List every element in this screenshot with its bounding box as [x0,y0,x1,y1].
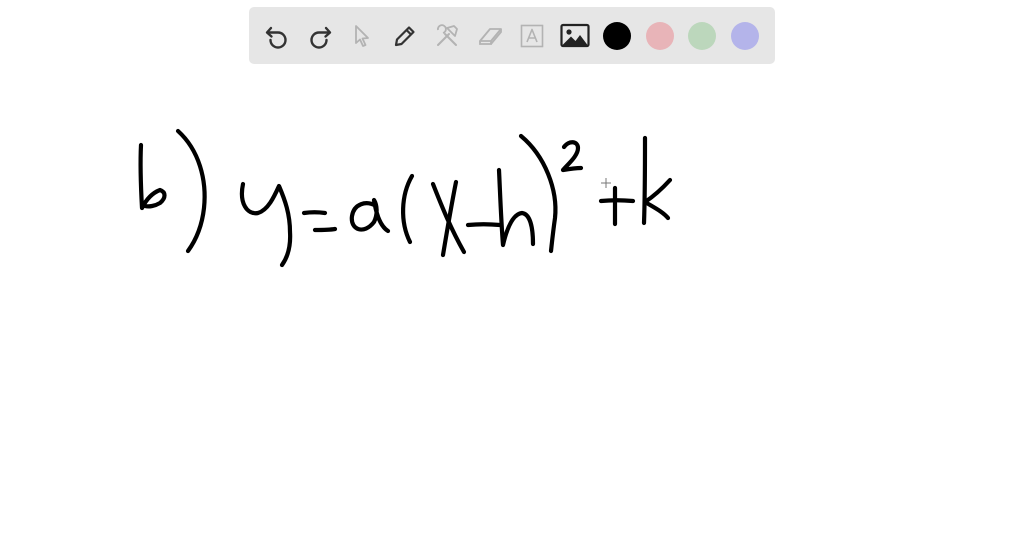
color-purple [730,21,759,50]
cursor-icon [355,24,369,47]
drawing-toolbar [249,7,775,64]
redo-icon [309,26,331,49]
ink-letter-x-stroke-2 [440,179,459,258]
tools-button[interactable] [430,19,464,53]
undo-icon [265,26,287,49]
handwriting-layer [138,128,673,268]
image-button[interactable] [558,19,592,53]
ink-letter-k-stem [641,135,648,226]
whiteboard [0,0,1024,552]
color-swatch-purple[interactable] [728,19,762,53]
image-icon [559,23,590,47]
color-black [603,21,631,50]
color-swatch-green[interactable] [685,19,719,53]
color-swatch-pink[interactable] [643,19,677,53]
tools-icon [437,23,458,46]
ink-exponent-2 [560,140,584,173]
ink-close-paren [175,128,207,254]
eraser-button[interactable] [473,19,507,53]
undo-button[interactable] [260,19,294,53]
cursor-crosshair [601,178,611,188]
ink-open-paren [400,173,415,245]
ink-letter-a [349,197,391,234]
color-green [688,21,716,50]
ink-equals-top [301,210,328,216]
color-swatch-black[interactable] [600,19,634,53]
pencil-icon [394,25,415,46]
ink-letter-h [496,167,536,248]
redo-button[interactable] [303,19,337,53]
ink-letter-k-arms [642,177,673,221]
ink-close-paren-2 [518,133,558,254]
text-button[interactable] [515,19,549,53]
ink-minus [465,222,503,228]
ink-letter-b [138,142,167,211]
ink-equals-bottom [312,226,338,233]
text-box-icon [520,24,544,47]
select-button[interactable] [345,19,379,53]
drawing-canvas[interactable] [0,64,1024,552]
ink-letter-y [239,181,293,268]
color-pink [645,21,674,50]
pen-button[interactable] [388,19,422,53]
eraser-icon [478,27,502,45]
